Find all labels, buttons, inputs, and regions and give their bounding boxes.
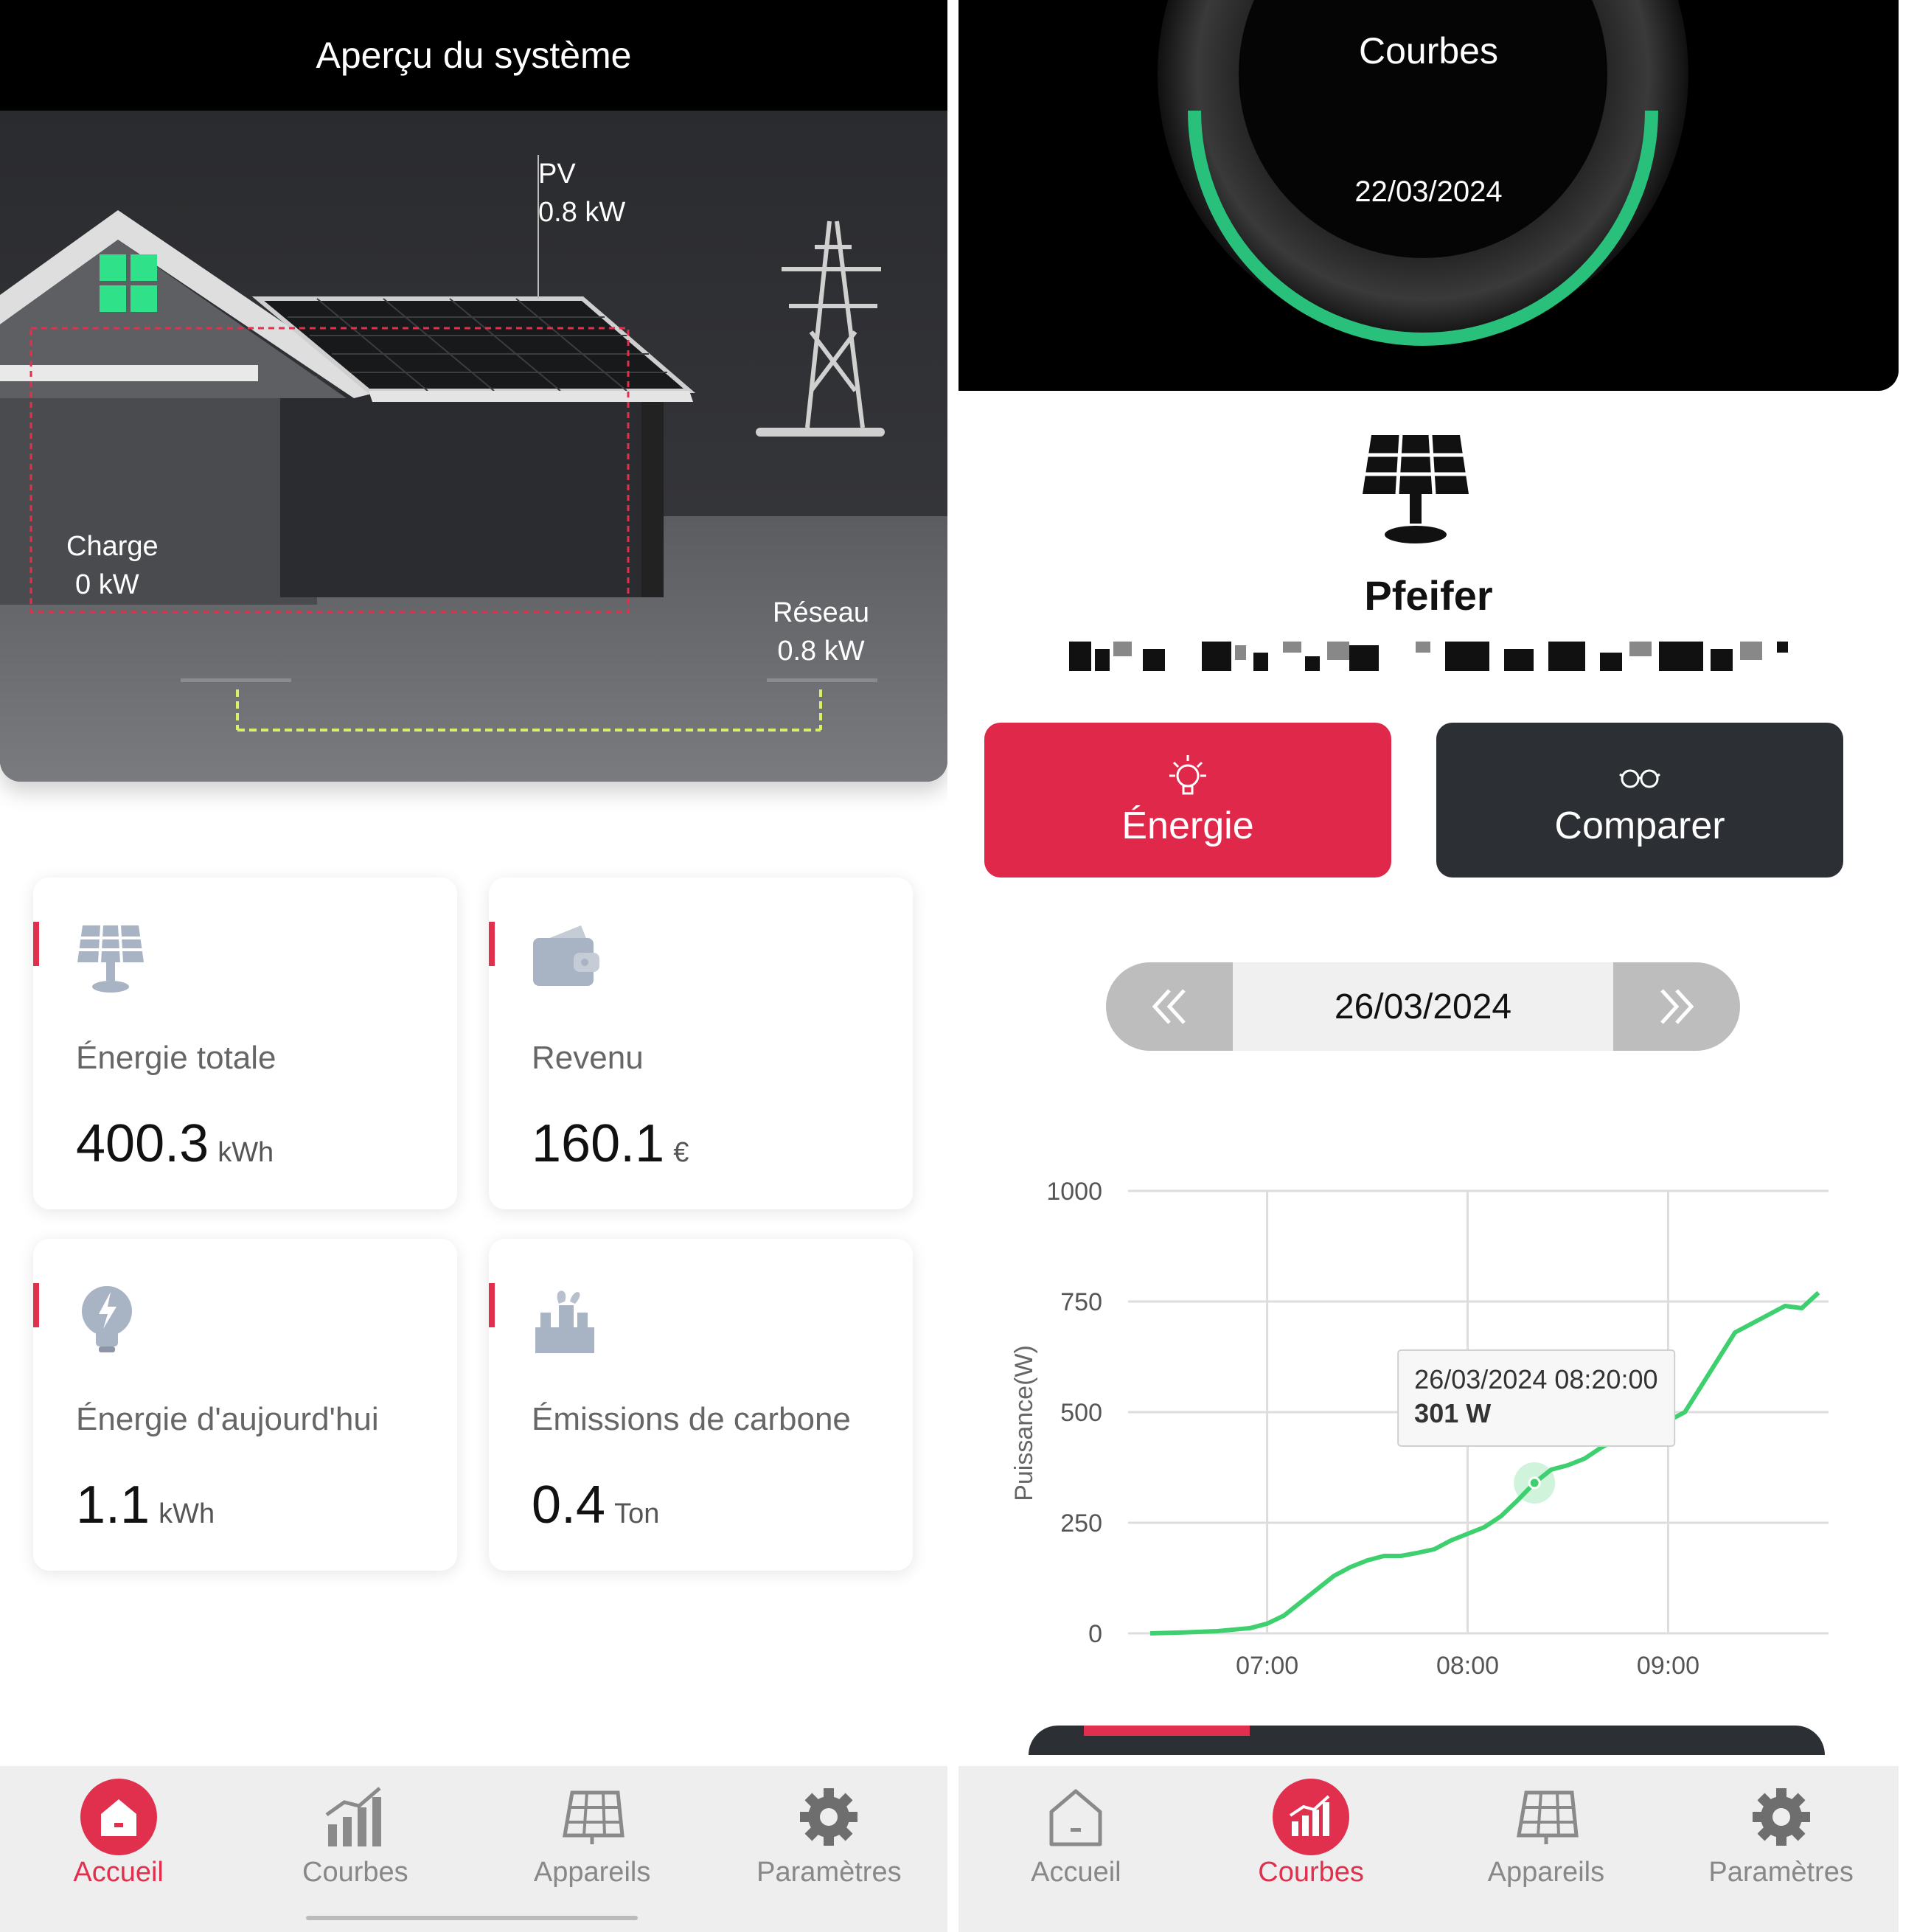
double-chevron-right-icon: [1660, 989, 1694, 1024]
tab-label: Courbes: [1258, 1857, 1364, 1888]
load-readout: Charge 0 kW: [66, 527, 159, 604]
power-chart[interactable]: 0 250 500 750 1000 07:00 08:00 09:00 Puissance…: [958, 1150, 1899, 1711]
y-tick-label: 750: [1060, 1288, 1102, 1316]
glasses-icon: [1614, 752, 1666, 804]
chart-tooltip: 26/03/2024 08:20:00 301 W: [1397, 1349, 1676, 1447]
tooltip-value: 301 W: [1414, 1398, 1491, 1428]
tab-label: Accueil: [73, 1857, 164, 1888]
bottom-tab-bar: Accueil Courbes Appareils Paramètres: [958, 1766, 1899, 1932]
gauge-header: Courbes 22/03/2024: [958, 0, 1899, 391]
lightbulb-icon: [74, 1283, 147, 1357]
panel-grid-icon: [552, 1777, 632, 1857]
card-label: Énergie d'aujourd'hui: [76, 1401, 379, 1437]
y-tick-label: 1000: [1046, 1178, 1102, 1206]
tab-label: Appareils: [1487, 1857, 1605, 1888]
load-value: 0 kW: [75, 569, 139, 600]
card-accent: [33, 1283, 39, 1327]
card-accent: [489, 1283, 495, 1327]
bar-chart-icon: [1273, 1779, 1350, 1855]
x-tick-label: 07:00: [1236, 1652, 1298, 1680]
card-label: Énergie totale: [76, 1040, 276, 1076]
card-label: Émissions de carbone: [532, 1401, 851, 1437]
bottom-tab-bar: Accueil Courbes Appareils Paramètres: [0, 1766, 947, 1932]
compare-button-label: Comparer: [1554, 805, 1725, 847]
tab-label: Paramètres: [1708, 1857, 1854, 1888]
card-accent: [489, 922, 495, 966]
panel-grid-icon: [1506, 1777, 1586, 1857]
home-indicator: [306, 1916, 638, 1920]
compare-button[interactable]: Comparer: [1436, 723, 1843, 878]
gear-icon: [1742, 1777, 1821, 1857]
x-tick-label: 09:00: [1637, 1652, 1699, 1680]
tab-curves[interactable]: Courbes: [1194, 1766, 1429, 1932]
y-tick-label: 250: [1060, 1509, 1102, 1537]
factory-icon: [529, 1283, 603, 1357]
gear-icon: [789, 1777, 869, 1857]
energy-button-label: Énergie: [1121, 805, 1254, 847]
tab-curves[interactable]: Courbes: [237, 1766, 473, 1932]
card-value: 160.1 €: [532, 1114, 689, 1173]
grid-label: Réseau: [773, 597, 869, 628]
tab-label: Courbes: [302, 1857, 408, 1888]
page-title: Aperçu du système: [0, 0, 947, 111]
card-total-energy[interactable]: Énergie totale 400.3 kWh: [33, 878, 457, 1209]
date-picker: 26/03/2024: [1106, 962, 1740, 1051]
current-date[interactable]: 26/03/2024: [1233, 962, 1613, 1051]
card-value: 0.4 Ton: [532, 1476, 660, 1535]
tab-home[interactable]: Accueil: [0, 1766, 237, 1932]
card-today-energy[interactable]: Énergie d'aujourd'hui 1.1 kWh: [33, 1239, 457, 1571]
sub-tab-indicator: [1084, 1726, 1250, 1736]
tab-devices[interactable]: Appareils: [474, 1766, 711, 1932]
card-value: 400.3 kWh: [76, 1114, 274, 1173]
solar-panel-icon: [74, 922, 147, 995]
next-date-button[interactable]: [1613, 962, 1740, 1051]
load-label: Charge: [66, 531, 159, 562]
wallet-icon: [529, 922, 603, 995]
y-tick-label: 500: [1060, 1399, 1102, 1427]
y-axis-label: Puissance(W): [1010, 1345, 1038, 1501]
tab-settings[interactable]: Paramètres: [1663, 1766, 1899, 1932]
home-icon: [80, 1779, 157, 1855]
card-accent: [33, 922, 39, 966]
highlight-point: [1528, 1476, 1541, 1490]
card-label: Revenu: [532, 1040, 644, 1076]
tab-label: Appareils: [533, 1857, 651, 1888]
grid-value: 0.8 kW: [777, 636, 865, 667]
curves-screen: Courbes 22/03/2024 Pfeifer Énergie Compa…: [958, 0, 1917, 1932]
tab-home[interactable]: Accueil: [958, 1766, 1194, 1932]
power-series-line: [1149, 1290, 1820, 1636]
card-value: 1.1 kWh: [76, 1476, 215, 1535]
page-title: Courbes: [1359, 30, 1498, 72]
redacted-address: [1069, 642, 1788, 671]
tab-devices[interactable]: Appareils: [1429, 1766, 1664, 1932]
gauge-date: 22/03/2024: [1354, 176, 1503, 208]
energy-button[interactable]: Énergie: [984, 723, 1391, 878]
solar-panel-icon: [1357, 431, 1475, 549]
tooltip-time: 26/03/2024 08:20:00: [1414, 1364, 1657, 1394]
house-illustration: [0, 111, 947, 782]
home-icon: [1036, 1777, 1116, 1857]
card-revenue[interactable]: Revenu 160.1 €: [489, 878, 913, 1209]
tab-label: Paramètres: [756, 1857, 902, 1888]
grid-readout: Réseau 0.8 kW: [773, 594, 869, 670]
lightbulb-icon: [1162, 752, 1214, 804]
pv-readout: PV 0.8 kW: [538, 155, 625, 232]
pv-value: 0.8 kW: [538, 197, 626, 228]
plant-name: Pfeifer: [1364, 572, 1493, 619]
prev-date-button[interactable]: [1106, 962, 1233, 1051]
tab-label: Accueil: [1031, 1857, 1121, 1888]
bar-chart-icon: [316, 1777, 395, 1857]
system-scene: PV 0.8 kW Charge 0 kW Réseau 0.8 kW: [0, 111, 947, 782]
overview-screen: Aperçu du système PV 0.8 kW Charge 0 kW …: [0, 0, 947, 1932]
y-tick-label: 0: [1088, 1620, 1102, 1648]
pv-label: PV: [538, 159, 576, 190]
card-carbon[interactable]: Émissions de carbone 0.4 Ton: [489, 1239, 913, 1571]
double-chevron-left-icon: [1152, 989, 1186, 1024]
tab-settings[interactable]: Paramètres: [711, 1766, 947, 1932]
x-tick-label: 08:00: [1436, 1652, 1499, 1680]
